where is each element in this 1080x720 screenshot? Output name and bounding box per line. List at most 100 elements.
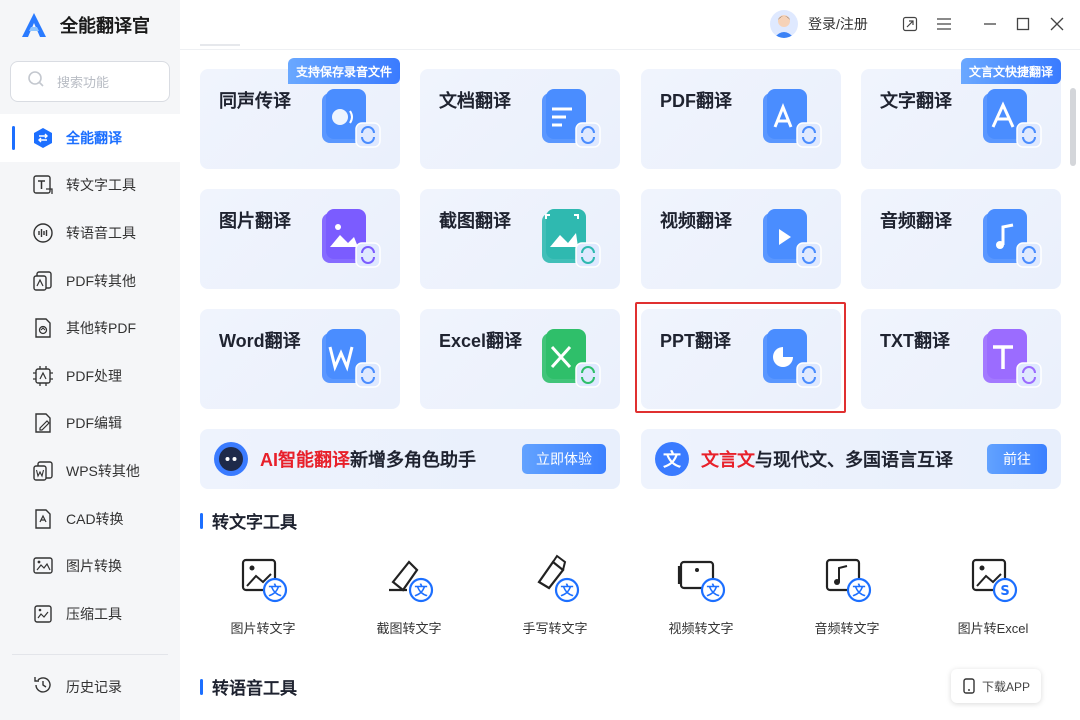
- interpret-icon: [318, 87, 384, 153]
- sidebar-item-label: 全能翻译: [66, 129, 122, 146]
- card-word[interactable]: Word翻译: [200, 309, 400, 409]
- image-icon: [318, 207, 384, 273]
- card-ppt[interactable]: PPT翻译: [641, 309, 841, 409]
- sidebar-item-compress[interactable]: 压缩工具: [0, 590, 180, 638]
- maximize-button[interactable]: [1013, 14, 1033, 34]
- banner-text: 文言文与现代文、多国语言互译: [701, 446, 953, 472]
- card-excel[interactable]: Excel翻译: [420, 309, 620, 409]
- tool-handwriting-to-text[interactable]: 文手写转文字: [490, 552, 620, 642]
- tool-label: 截图转文字: [376, 621, 442, 636]
- tool-video-to-text[interactable]: 文视频转文字: [636, 552, 766, 642]
- card-title: 视频翻译: [660, 211, 732, 231]
- card-interpret[interactable]: 同声传译 支持保存录音文件: [200, 58, 400, 169]
- document-icon: [538, 87, 604, 153]
- voice-tool-icon: [32, 222, 54, 244]
- card-badge: 支持保存录音文件: [287, 58, 400, 84]
- banner-ai-translate[interactable]: AI智能翻译新增多角色助手 立即体验: [200, 429, 620, 489]
- minimize-button[interactable]: [980, 14, 1000, 34]
- section-label: 转文字工具: [212, 513, 297, 532]
- excel-icon: [538, 327, 604, 393]
- card-document[interactable]: 文档翻译: [420, 69, 620, 169]
- sidebar-item-history[interactable]: 历史记录: [0, 663, 180, 711]
- card-video[interactable]: 视频翻译: [641, 189, 841, 289]
- card-title: 文档翻译: [439, 91, 511, 111]
- card-txt[interactable]: TXT翻译: [861, 309, 1061, 409]
- search-input[interactable]: 搜索功能: [10, 61, 170, 102]
- tool-image-to-text[interactable]: 文图片转文字: [198, 552, 328, 642]
- go-button[interactable]: 前往: [987, 444, 1047, 474]
- card-audio[interactable]: 音频翻译: [861, 189, 1061, 289]
- sidebar-item-label: PDF编辑: [66, 415, 122, 432]
- section-title-text-tools: 转文字工具: [200, 508, 297, 533]
- text-tool-icon: [32, 174, 54, 196]
- top-bar: 登录/注册: [180, 0, 1080, 50]
- svg-text:文: 文: [268, 583, 282, 599]
- sidebar-item-all-translate[interactable]: 全能翻译: [0, 114, 180, 162]
- card-image[interactable]: 图片翻译: [200, 189, 400, 289]
- app-name: 全能翻译官: [60, 16, 150, 36]
- sidebar-item-label: 压缩工具: [66, 605, 122, 622]
- audio-icon: [979, 207, 1045, 273]
- sidebar-item-text-tool[interactable]: 转文字工具: [0, 162, 180, 210]
- sidebar-item-label: 图片转换: [66, 558, 122, 575]
- card-screenshot[interactable]: 截图翻译: [420, 189, 620, 289]
- sidebar-nav: 全能翻译 转文字工具 转语音工具 PDF转其他 其他转PDF PDF处理 PDF…: [0, 114, 180, 638]
- sidebar-divider: [12, 654, 168, 655]
- card-title: Excel翻译: [439, 331, 523, 351]
- sidebar-item-pdf-convert[interactable]: PDF转其他: [0, 257, 180, 305]
- svg-text:文: 文: [706, 583, 720, 599]
- image-to-excel-icon: S: [967, 552, 1019, 604]
- scrollbar[interactable]: [1070, 88, 1076, 166]
- sidebar-item-wps-convert[interactable]: WPS转其他: [0, 447, 180, 495]
- login-label: 登录/注册: [808, 16, 868, 32]
- history-icon: [32, 674, 54, 701]
- sidebar-item-cad-convert[interactable]: CAD转换: [0, 495, 180, 543]
- video-icon: [759, 207, 825, 273]
- card-pdf[interactable]: PDF翻译: [641, 69, 841, 169]
- tool-label: 音频转文字: [814, 621, 880, 636]
- sidebar-item-label: PDF处理: [66, 367, 122, 384]
- menu-button[interactable]: [934, 14, 954, 34]
- close-button[interactable]: [1047, 14, 1067, 34]
- app-logo-icon: [20, 11, 48, 39]
- card-text-translate[interactable]: 文字翻译 文言文快捷翻译: [861, 58, 1061, 169]
- download-label: 下载APP: [981, 679, 1030, 694]
- svg-text:文: 文: [560, 583, 574, 599]
- pdf-process-icon: [32, 365, 54, 387]
- banner-highlight: 文言文: [701, 450, 755, 470]
- login-button[interactable]: 登录/注册: [770, 10, 868, 38]
- sidebar-item-pdf-edit[interactable]: PDF编辑: [0, 400, 180, 448]
- minimize-icon: [984, 23, 996, 25]
- video-to-text-icon: 文: [675, 552, 727, 604]
- close-icon: [1050, 17, 1064, 31]
- phone-icon: [963, 678, 975, 694]
- sidebar-item-to-pdf[interactable]: 其他转PDF: [0, 304, 180, 352]
- try-now-button[interactable]: 立即体验: [522, 444, 606, 474]
- compress-icon: [32, 603, 54, 625]
- sidebar-item-voice-tool[interactable]: 转语音工具: [0, 209, 180, 257]
- banner-text: AI智能翻译新增多角色助手: [260, 446, 476, 472]
- svg-text:S: S: [1000, 584, 1009, 599]
- tool-label: 图片转Excel: [957, 621, 1029, 636]
- tool-screenshot-to-text[interactable]: 文截图转文字: [344, 552, 474, 642]
- banner-classical-chinese[interactable]: 文 文言文与现代文、多国语言互译 前往: [641, 429, 1061, 489]
- text-translate-icon: [979, 87, 1045, 153]
- word-icon: [318, 327, 384, 393]
- sidebar-item-label: CAD转换: [66, 510, 124, 527]
- translate-icon: [32, 127, 54, 149]
- wen-icon: 文: [655, 442, 689, 476]
- card-title: TXT翻译: [880, 331, 950, 351]
- download-app-button[interactable]: 下载APP: [951, 669, 1041, 703]
- sidebar-item-label: 其他转PDF: [66, 320, 136, 337]
- tool-image-to-excel[interactable]: S 图片转Excel: [928, 552, 1058, 642]
- shrink-icon: [902, 16, 918, 32]
- shrink-window-button[interactable]: [900, 14, 920, 34]
- card-title: Word翻译: [219, 331, 301, 351]
- cad-convert-icon: [32, 508, 54, 530]
- svg-text:文: 文: [852, 583, 866, 599]
- sidebar-item-pdf-process[interactable]: PDF处理: [0, 352, 180, 400]
- sidebar-item-image-convert[interactable]: 图片转换: [0, 542, 180, 590]
- card-title: 截图翻译: [439, 211, 511, 231]
- tool-audio-to-text[interactable]: 文音频转文字: [782, 552, 912, 642]
- card-title: 音频翻译: [880, 211, 952, 231]
